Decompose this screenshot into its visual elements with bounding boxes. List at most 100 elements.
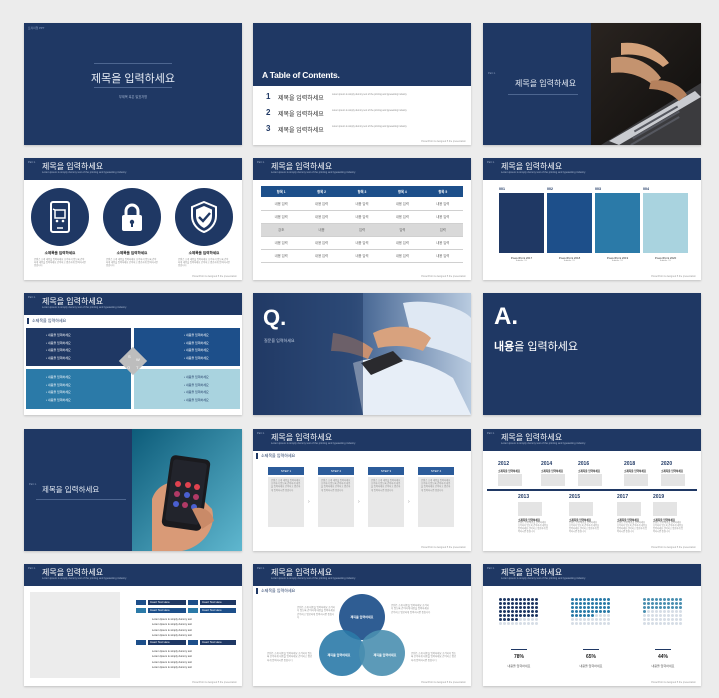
table-cell: 내용 입력 [436, 241, 450, 245]
dot [675, 610, 679, 614]
slide-5-table[interactable]: Part 1. 제목을 입력하세요 Lorem ipsum is simply … [253, 158, 471, 280]
dot [503, 610, 507, 614]
slide-1-title-slide[interactable]: 프리미엄 PPT 제목을 입력하세요 부제목 혹은 발표자명 [24, 23, 242, 145]
feature-desc: 콘텐츠 소개 내용을 입력하세요 조각하지 않도록 간략하게 내용을 입력하세요… [34, 259, 86, 268]
dot [647, 618, 651, 622]
list-item: • 내용을 입력하세요 [46, 340, 71, 345]
dot [667, 610, 671, 614]
slide-11-steps[interactable]: Part 1. 제목을 입력하세요 Lorem ipsum is simply … [253, 429, 471, 551]
dot [647, 614, 651, 618]
page-label: Part 1. [28, 161, 36, 164]
dot [507, 622, 511, 626]
timeline-year: 2012 [498, 461, 510, 467]
phone-hand-photo [132, 429, 242, 551]
dot [515, 602, 519, 606]
dot [523, 606, 527, 610]
list-item: • 내용을 입력하세요 [184, 340, 209, 345]
dot [599, 606, 603, 610]
dot [523, 598, 527, 602]
slide-header: Part 1. 제목을 입력하세요 Lorem ipsum is simply … [253, 564, 471, 586]
page-label: Part 1. [487, 432, 495, 435]
dot [679, 610, 683, 614]
insert-title-bar: Insert Text Here [200, 600, 236, 605]
venn-label: 제목을 입력하세요 [327, 653, 351, 657]
slide-2-table-of-contents[interactable]: A Table of Contents. 1 제목을 입력하세요 Lorem i… [253, 23, 471, 145]
dot [591, 618, 595, 622]
toc-item[interactable]: 3 제목을 입력하세요 Lorem ipsum is simply dummy … [266, 124, 466, 140]
page-label: Part 1. [28, 567, 36, 570]
slide-4-icon-features[interactable]: Part 1. 제목을 입력하세요 Lorem ipsum is simply … [24, 158, 242, 280]
table-header-cell: 항목 5 [438, 190, 448, 194]
slide-12-timeline[interactable]: Part 1. 제목을 입력하세요 Lorem ipsum is simply … [483, 429, 701, 551]
step-group: STEP 1 콘텐츠 소개 내용을 입력하세요 조각하지 않도록 간략하게 내용을… [268, 467, 463, 537]
slide-13-image-list[interactable]: Part 1. 제목을 입력하세요 Lorem ipsum is simply … [24, 564, 242, 686]
dot [527, 622, 531, 626]
dot [671, 610, 675, 614]
slide-8-question[interactable]: Q. 질문을 입력하세요 [253, 293, 471, 415]
dot [583, 618, 587, 622]
slide-10-section-phone[interactable]: Part 1. 제목을 입력하세요 [24, 429, 242, 551]
dot [675, 618, 679, 622]
timeline-year: 2015 [569, 494, 581, 500]
insert-icon-box [136, 608, 146, 613]
dot [523, 618, 527, 622]
table-cell: 입력 [439, 228, 446, 232]
timeline-placeholder [578, 474, 602, 486]
dot [583, 598, 587, 602]
table-cell: 내용 입력 [395, 254, 409, 258]
slide-6-color-bars[interactable]: Part 1. 제목을 입력하세요 Lorem ipsum is simply … [483, 158, 701, 280]
dot [679, 618, 683, 622]
dot [511, 598, 515, 602]
dot [519, 610, 523, 614]
dot [575, 606, 579, 610]
timeline-year: 2014 [541, 461, 553, 467]
slide-14-venn[interactable]: Part 1. 제목을 입력하세요 Lorem ipsum is simply … [253, 564, 471, 686]
dot [575, 610, 579, 614]
table-header-cell: 항목 1 [276, 190, 286, 194]
bullet-list-1: Lorem Ipsum is simply dummy text Lorem I… [152, 617, 192, 639]
stat-label: 내용을 입력하세요 [507, 664, 531, 668]
bar-number: 002 [547, 187, 553, 191]
table-cell: 내용 입력 [436, 201, 450, 206]
page-label: Part 1. [257, 567, 265, 570]
slide-15-dot-percentages[interactable]: Part 1. 제목을 입력하세요 Lorem ipsum is simply … [483, 564, 701, 686]
timeline-bottom-group: 2013 소제목을 입력하세요 콘텐츠 소개 내용을 입력하세요 조각하지 않도록 … [483, 492, 701, 547]
swot-list-t: • 내용을 입력하세요 • 내용을 입력하세요 • 내용을 입력하세요 • 내용을 입… [184, 374, 209, 404]
slide-1-divider-bottom [94, 87, 172, 88]
list-item: • 내용을 입력하세요 [184, 382, 209, 387]
slide-1-subtitle: 부제목 혹은 발표자명 [118, 95, 148, 99]
dot [503, 602, 507, 606]
slide-footer: PowerPoint is designed 5 the presentatio… [651, 681, 696, 684]
page-label: Part 1. [28, 296, 36, 299]
image-placeholder[interactable] [30, 592, 120, 678]
dot [595, 610, 599, 614]
slide-subtitle: Lorem ipsum is simply dummy text of the … [42, 171, 127, 174]
slide-7-swot[interactable]: Part 1. 제목을 입력하세요 Lorem ipsum is simply … [24, 293, 242, 415]
dot [659, 618, 663, 622]
table-cell: 입력 [358, 228, 366, 232]
dot [667, 622, 671, 626]
shield-check-icon [191, 200, 217, 238]
dot [571, 614, 575, 618]
slide-9-answer[interactable]: A. 내용을 입력하세요 [483, 293, 701, 415]
timeline-year: 2019 [653, 494, 665, 500]
dot [531, 606, 535, 610]
dot [647, 610, 651, 614]
list-item: • 내용을 입력하세요 [184, 333, 209, 337]
dot [603, 622, 607, 626]
insert-title-bar: Insert Text Here [200, 640, 236, 645]
slide-3-section-laptop[interactable]: Part 1. 제목을 입력하세요 [483, 23, 701, 145]
dot [655, 618, 659, 622]
slide-subtitle: Lorem ipsum is simply dummy text of the … [271, 171, 356, 174]
dot [647, 602, 651, 606]
timeline-placeholder [624, 474, 648, 486]
toc-item[interactable]: 2 제목을 입력하세요 Lorem ipsum is simply dummy … [266, 108, 466, 124]
dot [587, 614, 591, 618]
dot [507, 618, 511, 622]
color-bar [595, 193, 640, 253]
answer-label: A. [494, 303, 518, 330]
dot [591, 610, 595, 614]
dot [579, 598, 583, 602]
list-item: • 내용을 입력하세요 [46, 390, 71, 394]
toc-item[interactable]: 1 제목을 입력하세요 Lorem ipsum is simply dummy … [266, 92, 466, 108]
